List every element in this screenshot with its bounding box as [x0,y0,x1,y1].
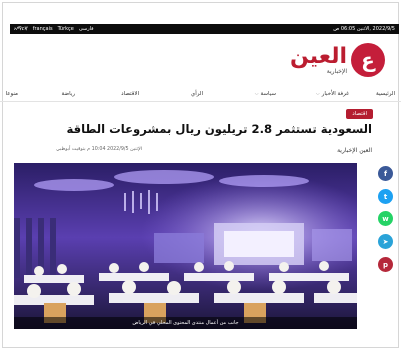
top-bar: 2022/9/5 ,الاثنين 06:05 ص فارسی Türkçe f… [10,24,399,34]
article-hero-image: جانب من أعمال منتدى المحتوى المحلي في ال… [14,163,357,329]
whatsapp-share-button[interactable]: w [378,211,393,226]
logo-text: العين الإخبارية [290,43,347,75]
article-timestamp: الإثنين 2022/9/5 10:04 م بتوقيت أبوظبي [56,147,143,152]
nav-item-opinion[interactable]: الرأي [191,91,203,97]
site-logo[interactable]: العين الإخبارية ع [290,43,385,77]
lang-link-turkish[interactable]: Türkçe [58,24,74,34]
logo-wordmark: العين [290,43,347,69]
logo-subtitle: الإخبارية [326,67,347,75]
nav-item-misc[interactable]: منوعا [6,91,18,97]
chevron-down-icon: ⌵ [315,91,320,97]
telegram-share-button[interactable]: ➤ [378,234,393,249]
lang-link-french[interactable]: français [33,24,53,34]
twitter-icon: t [383,192,388,201]
facebook-share-button[interactable]: f [378,166,393,181]
pinterest-share-button[interactable]: p [378,257,393,272]
article-title: السعودية تستثمر 2.8 تريليون ريال بمشروعا… [66,122,373,136]
lang-link-amharic[interactable]: አማርኛ [14,24,28,34]
facebook-icon: f [383,169,388,178]
twitter-share-button[interactable]: t [378,189,393,204]
whatsapp-icon: w [382,214,389,223]
logo-mark-icon: ع [351,43,385,77]
nav-item-newsroom[interactable]: غرفة الأخبار⌵ [316,91,349,97]
nav-item-economy[interactable]: الاقتصاد [121,91,139,97]
telegram-icon: ➤ [382,237,389,246]
date-label: 2022/9/5 ,الاثنين 06:05 ص [333,26,395,32]
site-header: العين الإخبارية ع [0,34,401,82]
lang-link-farsi[interactable]: فارسی [79,24,94,34]
chevron-down-icon: ⌵ [254,91,259,97]
category-badge[interactable]: اقتصاد [346,109,373,119]
image-caption: جانب من أعمال منتدى المحتوى المحلي في ال… [14,317,357,329]
nav-item-politics[interactable]: سياسة⌵ [255,91,276,97]
pinterest-icon: p [382,260,388,269]
nav-item-sports[interactable]: رياضة [62,91,75,97]
main-nav: الرئيسية غرفة الأخبار⌵ سياسة⌵ الرأي الاق… [0,88,401,102]
nav-item-home[interactable]: الرئيسية [376,91,395,97]
conference-photo [14,163,357,329]
article-author[interactable]: العين الإخبارية [337,147,372,154]
